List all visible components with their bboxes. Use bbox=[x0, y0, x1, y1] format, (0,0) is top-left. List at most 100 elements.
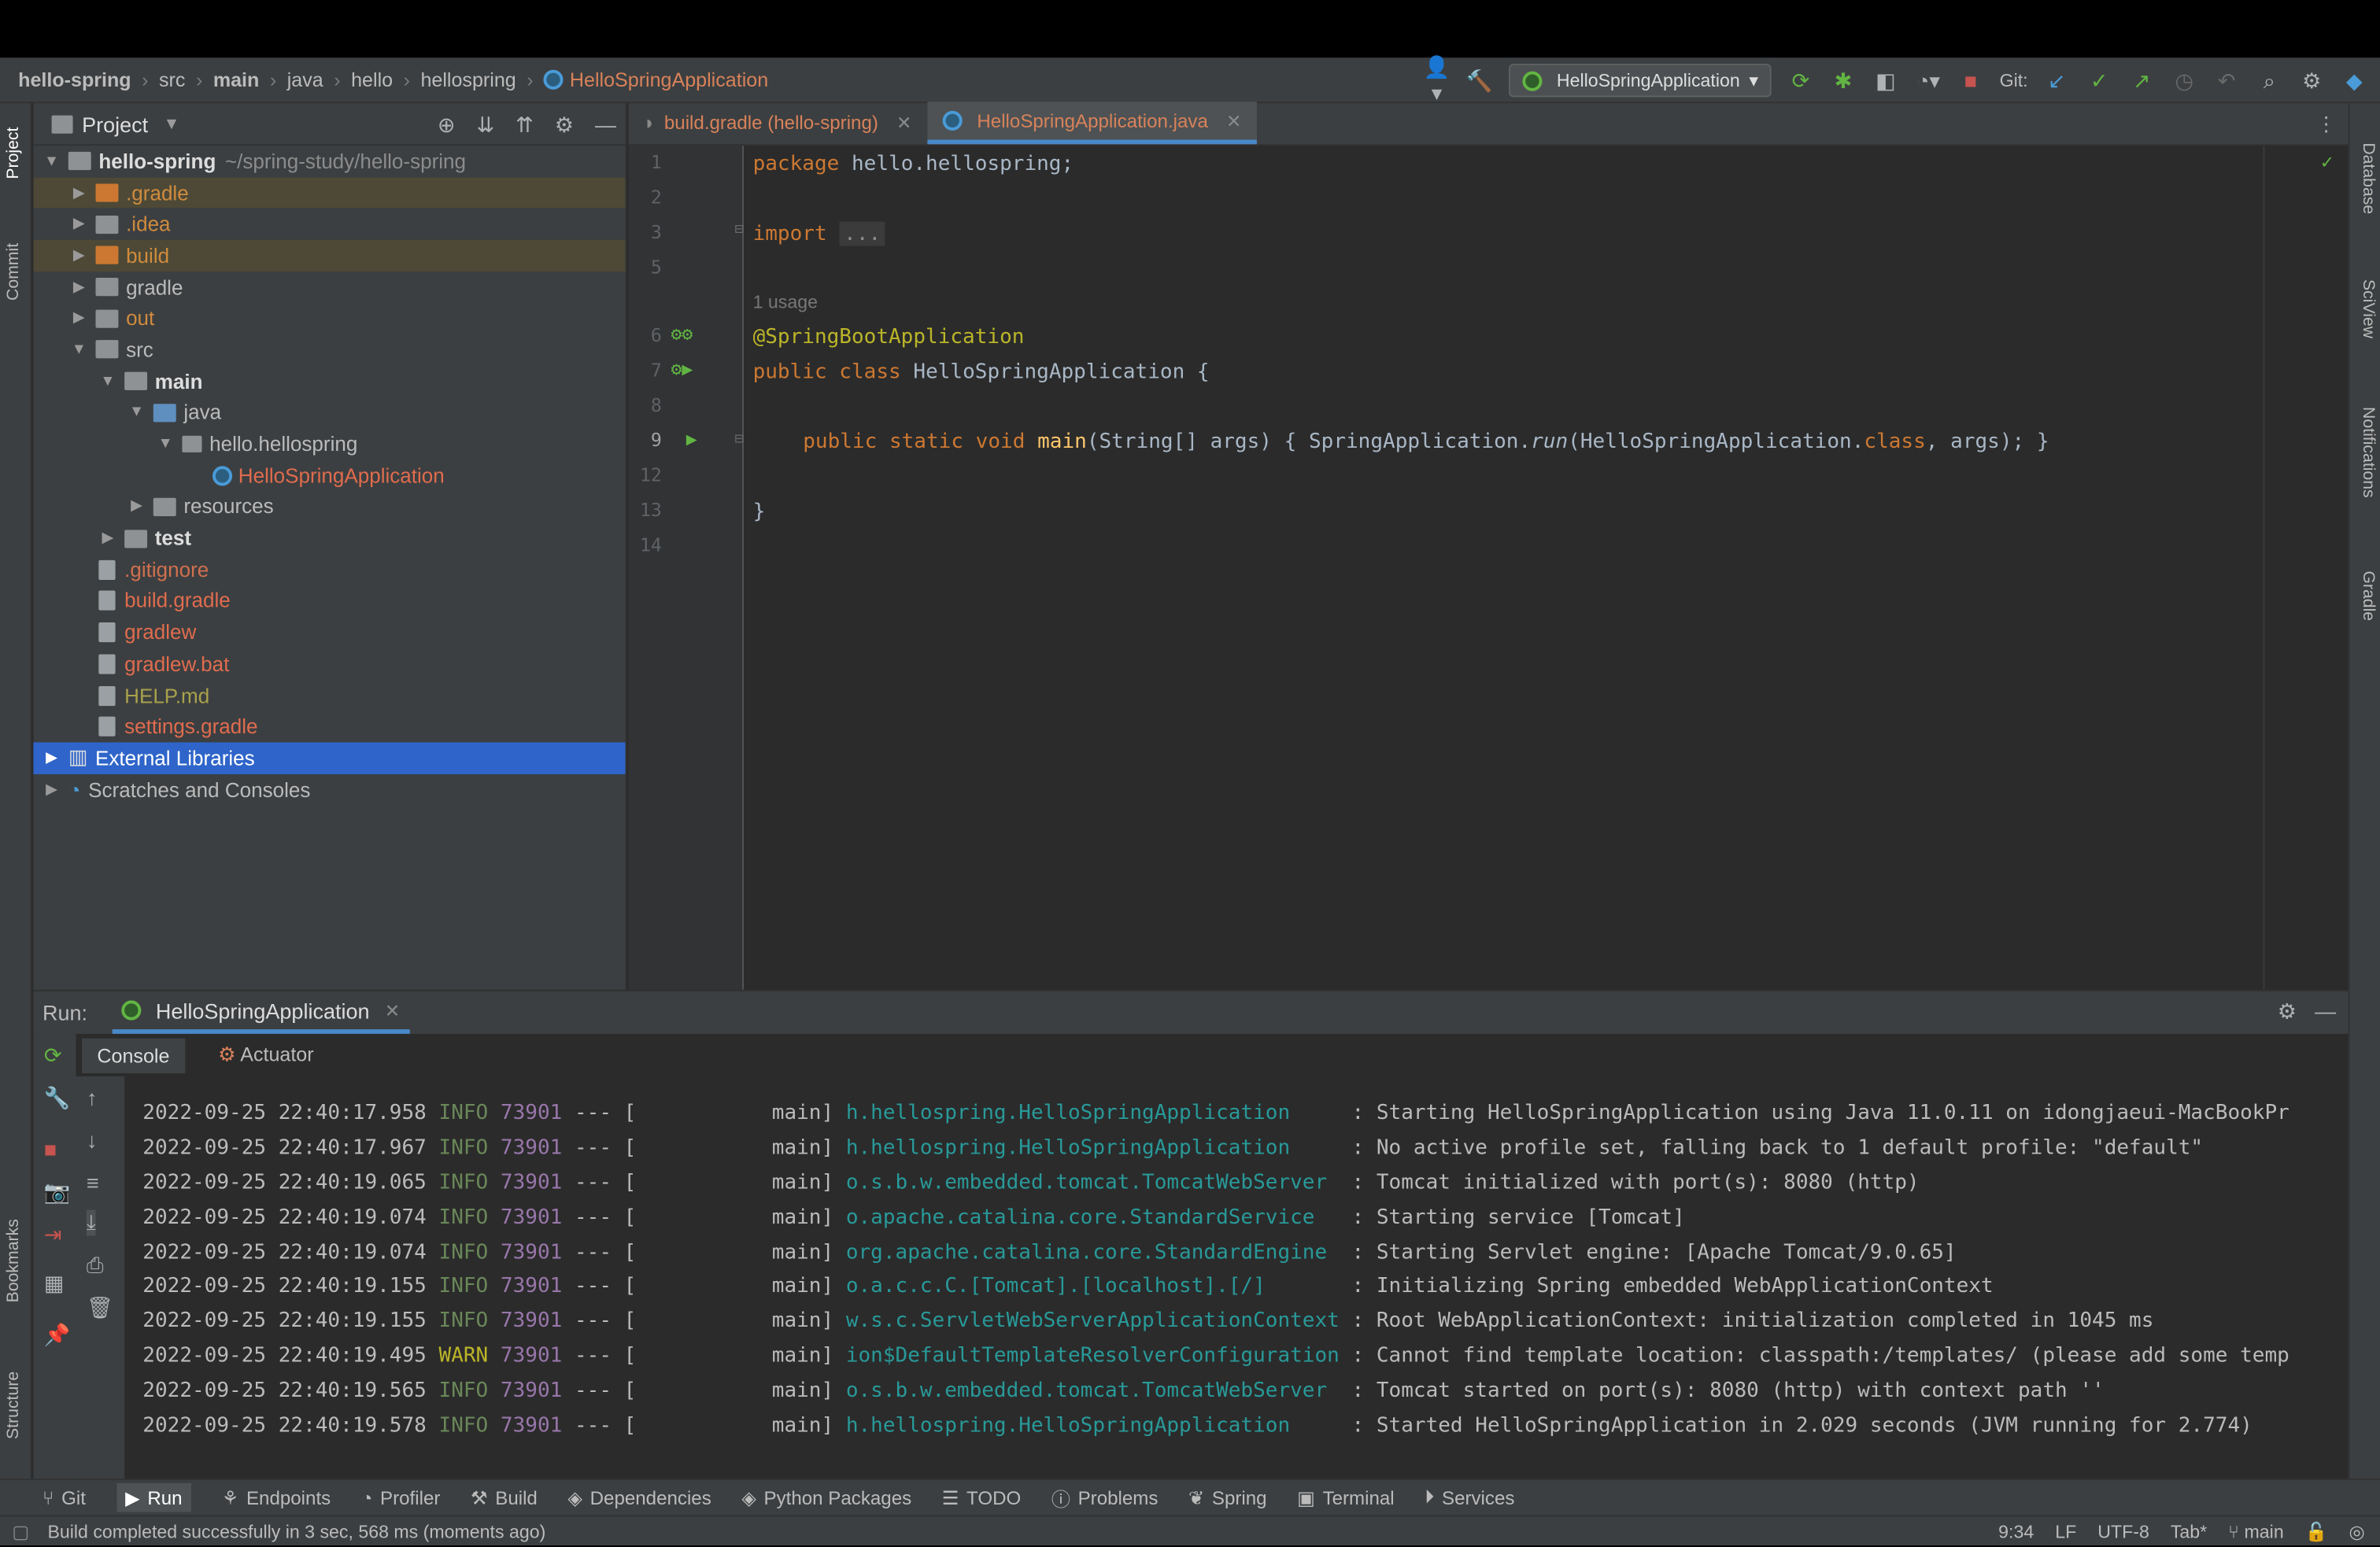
locate-icon[interactable]: ⊕ bbox=[438, 112, 456, 138]
structure-tool-button[interactable]: Structure bbox=[5, 1372, 23, 1439]
run-gutter-icon[interactable]: ⚙▶ bbox=[671, 358, 693, 379]
collapsed-arrow-icon[interactable]: ▶ bbox=[70, 279, 88, 295]
tree-item-gradlew-bat[interactable]: gradlew.bat bbox=[33, 648, 625, 680]
tree-item-java[interactable]: ▼ java bbox=[33, 397, 625, 429]
tree-item-help-md[interactable]: HELP.md bbox=[33, 680, 625, 711]
tree-item-scratches[interactable]: ▶ ◔ Scratches and Consoles bbox=[33, 774, 625, 805]
collapsed-arrow-icon[interactable]: ▶ bbox=[70, 310, 88, 327]
expanded-arrow-icon[interactable]: ▼ bbox=[42, 153, 61, 170]
tree-item-settings-gradle[interactable]: settings.gradle bbox=[33, 711, 625, 743]
tab-hello-spring-application[interactable]: HelloSpringApplication.java ✕ bbox=[926, 102, 1257, 145]
status-toggle-icon[interactable]: ▢ bbox=[12, 1520, 29, 1541]
gradle-tool-button[interactable]: Gradle bbox=[2359, 570, 2377, 621]
tool-todo[interactable]: ☰ TODO bbox=[942, 1486, 1021, 1509]
gear-icon[interactable]: ⚙ bbox=[555, 112, 574, 138]
folded-imports[interactable]: ... bbox=[839, 221, 885, 246]
tool-terminal[interactable]: ▣ Terminal bbox=[1297, 1486, 1395, 1509]
caret-position[interactable]: 9:34 bbox=[1998, 1521, 2034, 1542]
user-icon[interactable]: 👤▾ bbox=[1423, 54, 1451, 106]
profile-icon[interactable]: ◔▾ bbox=[1915, 68, 1942, 94]
collapsed-arrow-icon[interactable]: ▶ bbox=[42, 781, 61, 798]
code-with-me-icon[interactable]: ◆ bbox=[2341, 68, 2368, 94]
project-panel-title[interactable]: Project bbox=[82, 112, 148, 136]
debug-icon[interactable]: ✱ bbox=[1830, 68, 1857, 94]
collapsed-arrow-icon[interactable]: ▶ bbox=[70, 184, 88, 201]
memory-indicator-icon[interactable]: ◎ bbox=[2349, 1521, 2365, 1542]
expand-all-icon[interactable]: ⇊ bbox=[477, 112, 495, 138]
gear-icon[interactable]: ⚙ bbox=[2298, 68, 2326, 94]
tree-item-src[interactable]: ▼ src bbox=[33, 334, 625, 366]
close-icon[interactable]: ✕ bbox=[896, 113, 911, 134]
file-encoding[interactable]: UTF-8 bbox=[2097, 1521, 2149, 1542]
tool-dependencies[interactable]: ◈ Dependencies bbox=[567, 1486, 711, 1509]
no-problems-check-icon[interactable]: ✓ bbox=[2321, 152, 2333, 175]
tool-services[interactable]: ⏵ Services bbox=[1425, 1486, 1514, 1509]
commit-tool-button[interactable]: Commit bbox=[5, 243, 23, 301]
breadcrumb-hellospring[interactable]: hellospring bbox=[420, 68, 516, 91]
tree-item-test[interactable]: ▶ test bbox=[33, 522, 625, 554]
breadcrumb-java[interactable]: java bbox=[287, 68, 323, 91]
collapsed-arrow-icon[interactable]: ▶ bbox=[98, 530, 116, 547]
git-push-icon[interactable]: ↗ bbox=[2128, 68, 2156, 94]
collapsed-arrow-icon[interactable]: ▶ bbox=[42, 750, 61, 766]
run-configuration-dropdown[interactable]: HelloSpringApplication ▾ bbox=[1508, 64, 1772, 98]
tree-item-idea[interactable]: ▶ .idea bbox=[33, 209, 625, 240]
git-branch-widget[interactable]: ⑂ main bbox=[2228, 1521, 2284, 1542]
notifications-tool-button[interactable]: Notifications bbox=[2359, 407, 2377, 498]
wrench-icon[interactable]: 🔧 bbox=[44, 1085, 71, 1111]
expanded-arrow-icon[interactable]: ▼ bbox=[98, 373, 116, 390]
print-icon[interactable]: ⎙ bbox=[87, 1253, 104, 1279]
usage-hint[interactable]: 1 usage bbox=[753, 291, 818, 312]
tree-item-out[interactable]: ▶ out bbox=[33, 303, 625, 334]
pin-icon[interactable]: 📌 bbox=[44, 1322, 71, 1348]
expanded-arrow-icon[interactable]: ▼ bbox=[128, 404, 146, 421]
breadcrumb-hello[interactable]: hello bbox=[351, 68, 393, 91]
spring-bean-icon[interactable]: ⚙⚙ bbox=[671, 323, 693, 345]
tool-python-packages[interactable]: ◈ Python Packages bbox=[741, 1486, 911, 1509]
bookmarks-tool-button[interactable]: Bookmarks bbox=[5, 1219, 23, 1302]
hide-icon[interactable]: — bbox=[2315, 999, 2336, 1023]
chevron-down-icon[interactable]: ▼ bbox=[163, 115, 179, 133]
tool-endpoints[interactable]: ⚘ Endpoints bbox=[222, 1486, 331, 1509]
breadcrumb-src[interactable]: src bbox=[159, 68, 185, 91]
fold-icon[interactable]: ⊟ bbox=[734, 431, 744, 448]
tool-build[interactable]: ⚒ Build bbox=[471, 1486, 538, 1509]
breadcrumb-main[interactable]: main bbox=[213, 68, 260, 91]
database-tool-button[interactable]: Database bbox=[2359, 142, 2377, 214]
tool-git[interactable]: ⑂ Git bbox=[42, 1487, 86, 1508]
git-history-icon[interactable]: ◷ bbox=[2171, 68, 2198, 94]
tree-item-main[interactable]: ▼ main bbox=[33, 366, 625, 397]
breadcrumb-class[interactable]: HelloSpringApplication bbox=[570, 68, 768, 91]
breadcrumb-project[interactable]: hello-spring bbox=[18, 68, 131, 91]
tree-item-gradle[interactable]: ▶ gradle bbox=[33, 271, 625, 303]
project-tool-button[interactable]: Project bbox=[5, 127, 23, 179]
expanded-arrow-icon[interactable]: ▼ bbox=[157, 436, 175, 452]
hide-icon[interactable]: — bbox=[595, 113, 616, 137]
git-rollback-icon[interactable]: ↶ bbox=[2213, 68, 2241, 94]
tree-item-external-libraries[interactable]: ▶ ▥ External Libraries bbox=[33, 742, 626, 774]
tab-console[interactable]: Console bbox=[82, 1037, 185, 1073]
collapsed-arrow-icon[interactable]: ▶ bbox=[70, 216, 88, 232]
arrow-up-icon[interactable]: ↑ bbox=[87, 1085, 98, 1109]
tree-item-package[interactable]: ▼ hello.hellospring bbox=[33, 428, 625, 460]
build-hammer-icon[interactable]: 🔨 bbox=[1465, 68, 1493, 94]
collapsed-arrow-icon[interactable]: ▶ bbox=[128, 499, 146, 515]
tree-item-gradlew[interactable]: gradlew bbox=[33, 617, 625, 648]
fold-icon[interactable]: ⊟ bbox=[734, 222, 744, 238]
tool-problems[interactable]: ⓘ Problems bbox=[1051, 1483, 1159, 1512]
gear-icon[interactable]: ⚙ bbox=[2278, 999, 2297, 1025]
scroll-to-end-icon[interactable]: ⤓ bbox=[86, 1209, 96, 1236]
collapse-all-icon[interactable]: ⇈ bbox=[516, 112, 534, 138]
tree-item-build[interactable]: ▶ build bbox=[33, 239, 626, 271]
tab-actuator[interactable]: ⚙ Actuator bbox=[218, 1043, 313, 1067]
git-commit-icon[interactable]: ✓ bbox=[2086, 68, 2113, 94]
collapsed-arrow-icon[interactable]: ▶ bbox=[70, 247, 88, 264]
tree-item-gitignore[interactable]: .gitignore bbox=[33, 554, 625, 585]
soft-wrap-icon[interactable]: ≡ bbox=[87, 1170, 99, 1194]
rerun-icon[interactable]: ⟳ bbox=[44, 1043, 62, 1069]
tool-spring[interactable]: ❦ Spring bbox=[1188, 1486, 1267, 1509]
camera-icon[interactable]: 📷 bbox=[44, 1180, 71, 1205]
tab-build-gradle[interactable]: ◗ build.gradle (hello-spring) ✕ bbox=[628, 102, 926, 144]
arrow-down-icon[interactable]: ↓ bbox=[87, 1128, 98, 1152]
layout-icon[interactable]: ▦ bbox=[44, 1271, 65, 1297]
